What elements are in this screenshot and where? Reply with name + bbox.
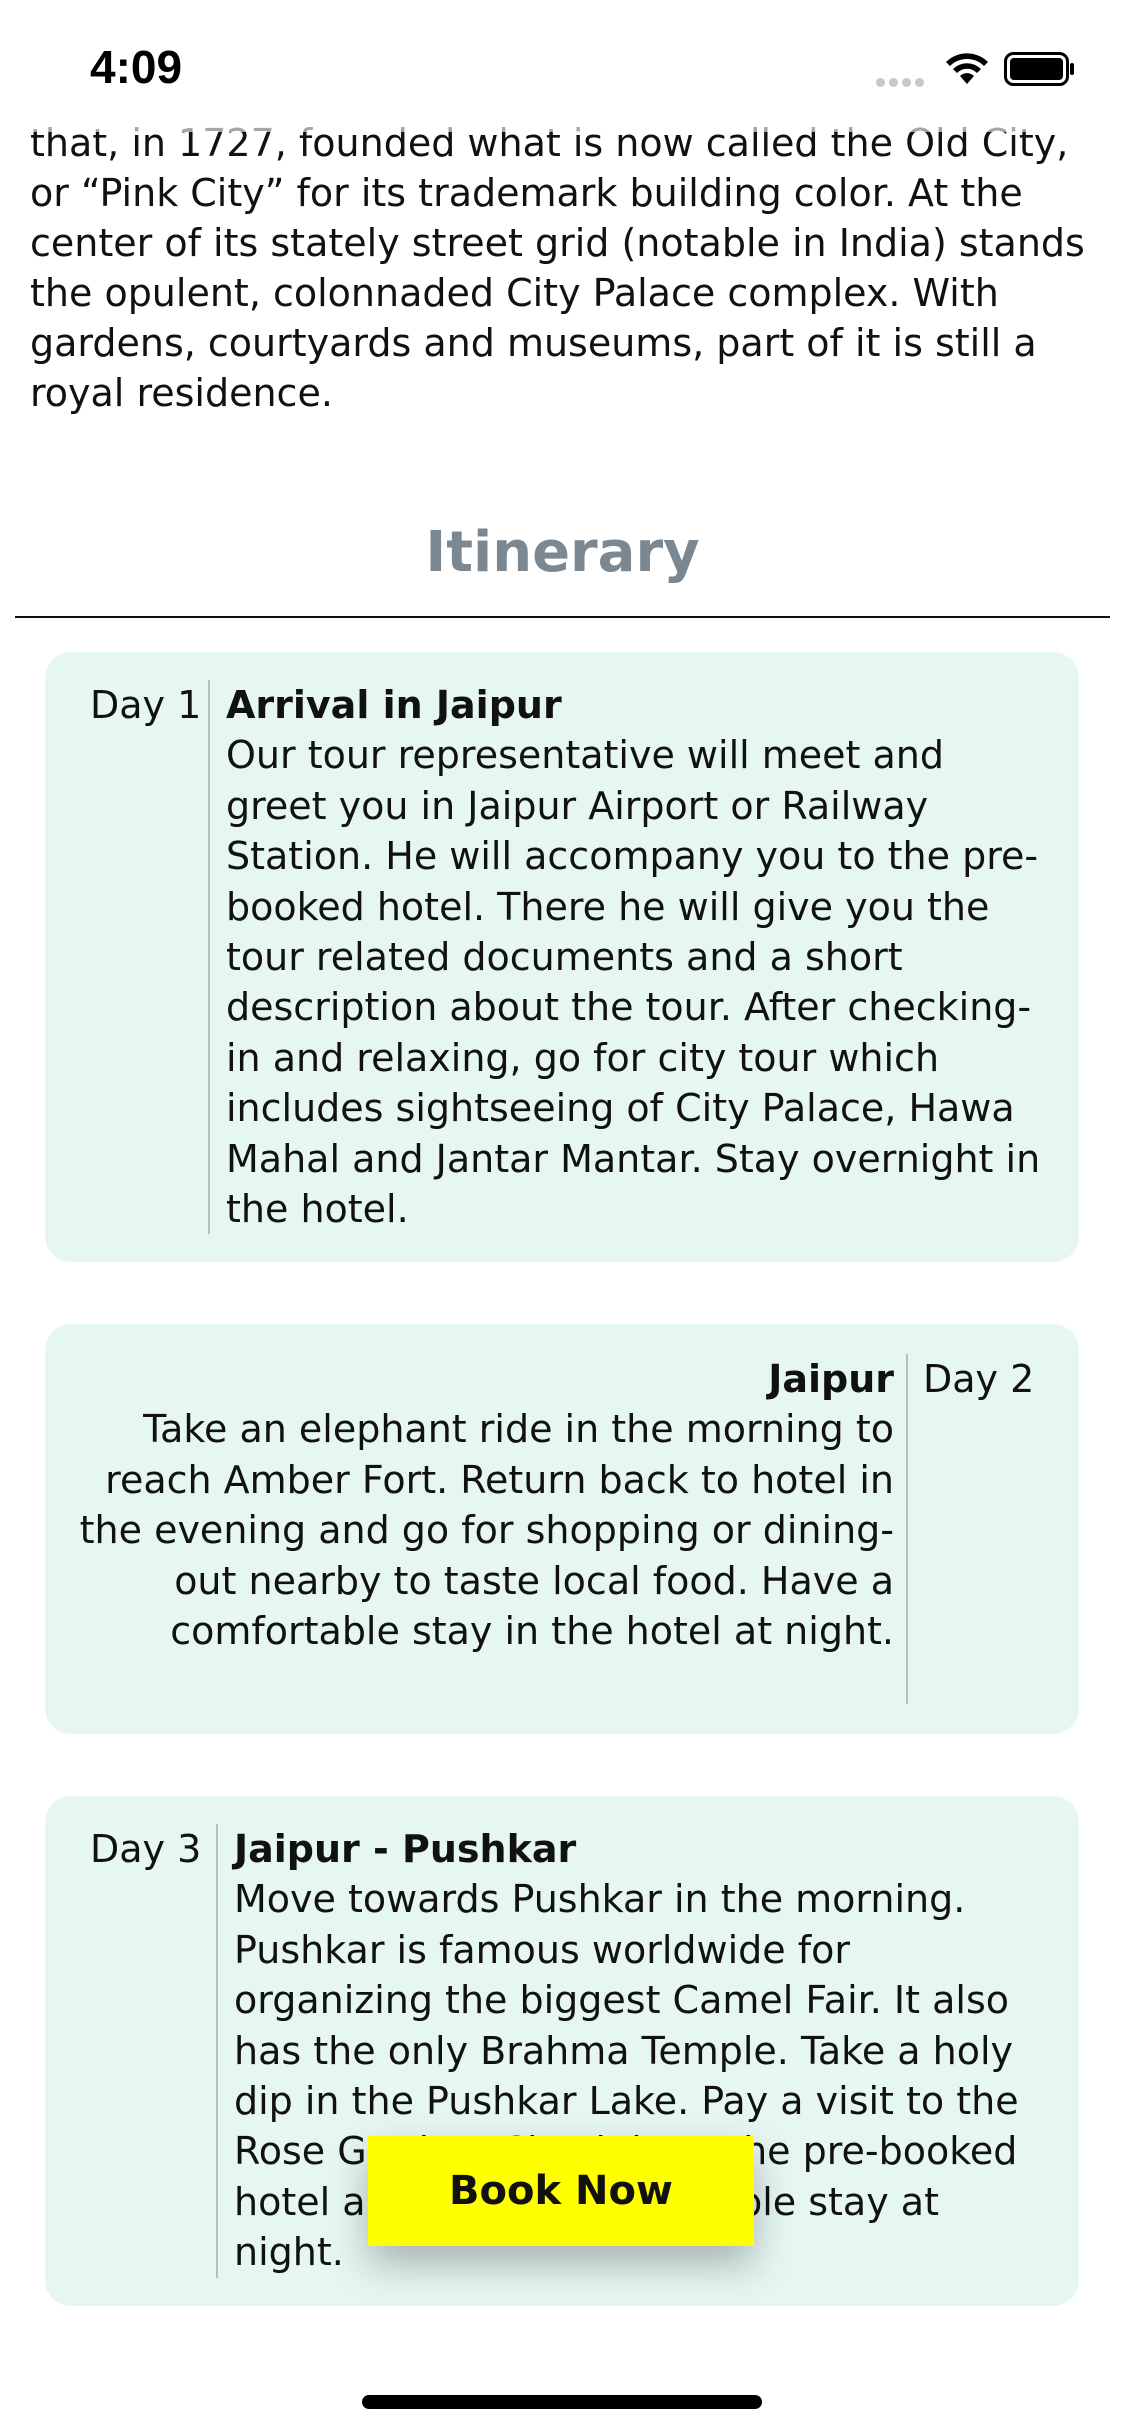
- day-label: Day 1: [90, 683, 202, 727]
- day-description: Our tour representative will meet and gr…: [226, 733, 1041, 1232]
- day-label: Day 2: [923, 1357, 1035, 1401]
- day-title: Jaipur - Pushkar: [234, 1827, 577, 1871]
- day-description: Take an elephant ride in the morning to …: [79, 1407, 894, 1654]
- day-content: Jaipur Take an elephant ride in the morn…: [64, 1354, 894, 1656]
- day-title: Jaipur: [768, 1357, 894, 1401]
- itinerary-card-day-1: Day 1 Arrival in Jaipur Our tour represe…: [45, 652, 1079, 1262]
- screen: that, in 1727, founded what is now calle…: [0, 0, 1125, 2436]
- city-description: that, in 1727, founded what is now calle…: [30, 121, 1085, 415]
- status-time: 4:09: [90, 41, 183, 93]
- itinerary-card-day-2: Jaipur Take an elephant ride in the morn…: [45, 1324, 1079, 1734]
- card-divider: [906, 1354, 908, 1704]
- home-indicator[interactable]: [362, 2395, 762, 2409]
- itinerary-title: Itinerary: [425, 520, 700, 585]
- card-divider: [216, 1824, 218, 2278]
- card-divider: [208, 680, 210, 1234]
- battery-icon: [1004, 52, 1074, 86]
- section-divider: [15, 616, 1110, 618]
- status-bar: 4:09: [0, 0, 1125, 132]
- day-label: Day 3: [90, 1827, 202, 1871]
- wifi-icon: [946, 53, 988, 84]
- book-now-button[interactable]: Book Now: [368, 2136, 754, 2246]
- day-content: Arrival in Jaipur Our tour representativ…: [226, 680, 1056, 1234]
- day-title: Arrival in Jaipur: [226, 683, 562, 727]
- cellular-signal-icon: [876, 72, 928, 91]
